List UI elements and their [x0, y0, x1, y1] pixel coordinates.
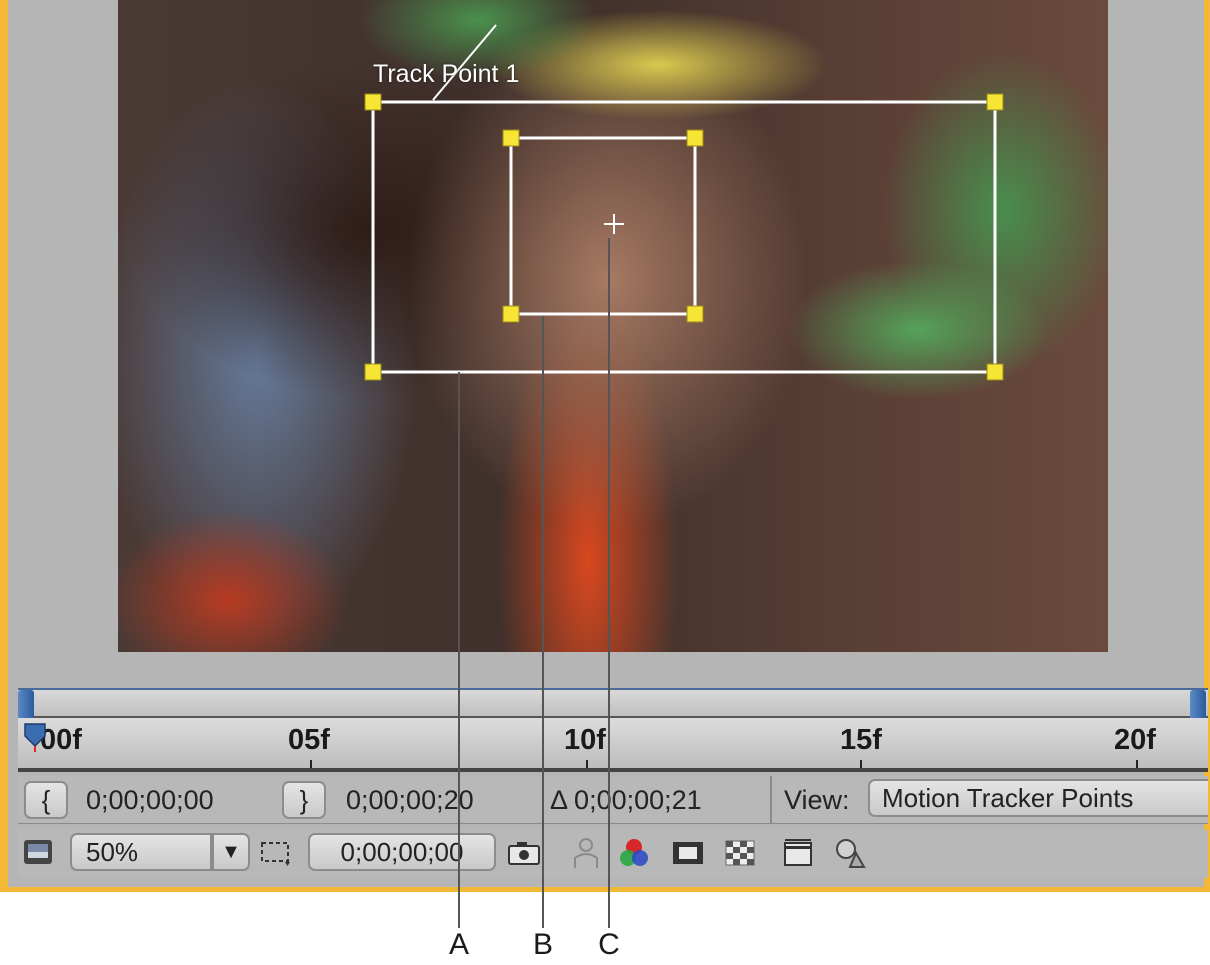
show-snapshot-icon[interactable]: [568, 835, 604, 871]
tick-label: 10f: [564, 724, 606, 756]
search-region-handle: [986, 93, 1004, 111]
set-out-point-button[interactable]: }: [282, 781, 326, 819]
tick-mark: [1136, 760, 1138, 768]
region-of-interest-icon[interactable]: [258, 835, 294, 871]
feature-region-handle: [502, 129, 520, 147]
magnification-dropdown[interactable]: ▼: [212, 833, 250, 871]
title-safe-icon[interactable]: [780, 835, 816, 871]
tick-mark: [860, 760, 862, 768]
out-point-time[interactable]: 0;00;00;20: [346, 781, 474, 819]
tick-label: 20f: [1114, 724, 1156, 756]
tick-label: 15f: [840, 724, 882, 756]
3d-view-icon[interactable]: [832, 835, 868, 871]
feature-region: [509, 136, 697, 316]
chevron-down-icon: ▼: [221, 840, 241, 863]
feature-region-handle: [502, 305, 520, 323]
callout-label-c: C: [598, 928, 620, 961]
time-ruler[interactable]: 00f 05f 10f 15f 20f: [18, 718, 1208, 772]
current-time-indicator[interactable]: [22, 722, 48, 752]
tick-mark: [310, 760, 312, 768]
footage-panel: Track Point 1 00f 05f 10f 15f 20f { 0;00…: [0, 0, 1210, 892]
transparency-grid-icon[interactable]: [722, 835, 758, 871]
search-region-handle: [364, 93, 382, 111]
view-label: View:: [784, 785, 850, 815]
callout-line-b: [542, 316, 544, 928]
set-in-point-button[interactable]: {: [24, 781, 68, 819]
in-point-time[interactable]: 0;00;00;00: [86, 781, 214, 819]
feature-region-handle: [686, 129, 704, 147]
tick-label: 05f: [288, 724, 330, 756]
magnification-select[interactable]: 50%: [70, 833, 212, 871]
time-controls-row: { 0;00;00;00 } 0;00;00;20 Δ 0;00;00;21 V…: [18, 776, 1208, 824]
footage-viewer[interactable]: Track Point 1: [118, 0, 1108, 652]
rgb-channels-icon[interactable]: [616, 835, 652, 871]
tick-mark: [586, 760, 588, 768]
callout-line-a: [458, 372, 460, 928]
callout-label-a: A: [448, 928, 469, 961]
track-point-label[interactable]: Track Point 1: [373, 60, 519, 89]
set-out-point-icon: }: [299, 784, 309, 815]
set-in-point-icon: {: [41, 784, 51, 815]
current-time-value: 0;00;00;00: [340, 836, 464, 867]
search-region-handle: [986, 363, 1004, 381]
view-select[interactable]: Motion Tracker Points: [868, 779, 1208, 817]
divider: [770, 776, 772, 824]
viewer-options-row: 50% ▼ 0;00;00;00: [18, 830, 1208, 878]
current-time-field[interactable]: 0;00;00;00: [308, 833, 496, 871]
duration-time: Δ 0;00;00;21: [550, 785, 702, 815]
magnification-value: 50%: [86, 836, 139, 867]
snapshot-camera-icon[interactable]: [506, 835, 542, 871]
tracker-overlay: [364, 24, 1004, 381]
search-region: [371, 100, 997, 374]
search-region-handle: [364, 363, 382, 381]
callout-line-c: [608, 238, 610, 928]
view-select-value: Motion Tracker Points: [882, 782, 1134, 813]
callout-label-b: B: [532, 928, 553, 961]
feature-region-handle: [686, 305, 704, 323]
always-preview-icon[interactable]: [20, 834, 56, 870]
grid-overlay-icon[interactable]: [670, 835, 706, 871]
work-area-bar[interactable]: [18, 688, 1208, 718]
